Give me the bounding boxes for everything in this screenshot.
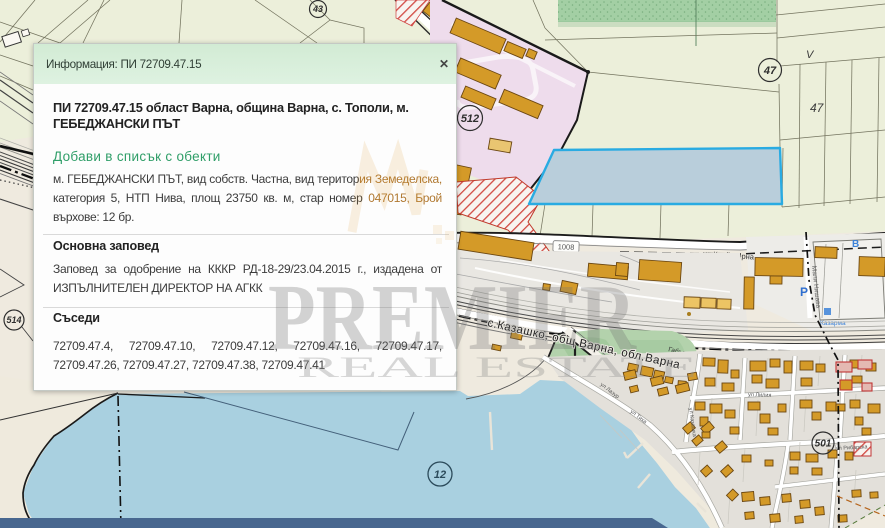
svg-text:12: 12 bbox=[434, 469, 446, 481]
svg-text:514: 514 bbox=[6, 315, 21, 325]
svg-text:ул Лилия: ул Лилия bbox=[748, 392, 772, 399]
svg-text:Казарма: Казарма bbox=[820, 320, 846, 327]
svg-text:P: P bbox=[800, 285, 808, 299]
svg-text:501: 501 bbox=[815, 439, 832, 450]
svg-text:47: 47 bbox=[763, 65, 777, 77]
svg-text:512: 512 bbox=[461, 113, 479, 125]
svg-text:1008: 1008 bbox=[558, 242, 575, 252]
svg-text:43: 43 bbox=[312, 4, 323, 14]
svg-text:47: 47 bbox=[810, 101, 825, 115]
